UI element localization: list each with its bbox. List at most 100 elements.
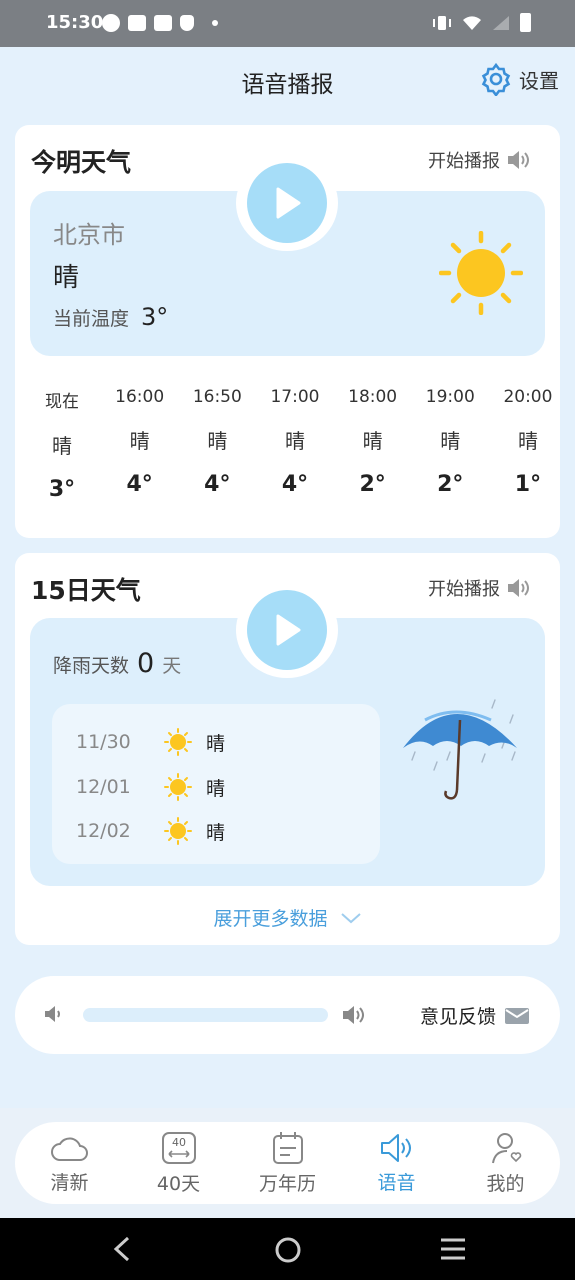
list-item: 12/01 晴 xyxy=(76,773,225,801)
hour-time: 16:50 xyxy=(192,387,242,407)
list-item: 11/30 晴 xyxy=(76,728,225,756)
nav-label: 40天 xyxy=(156,1172,201,1195)
start-broadcast-button[interactable]: 开始播报 xyxy=(428,575,532,601)
hour-temp: 1° xyxy=(514,472,542,497)
play-icon xyxy=(276,614,301,646)
hour-item: 18:00 晴 2° xyxy=(336,387,410,502)
sun-icon xyxy=(164,728,192,756)
header: 语音播报 设置 xyxy=(0,47,575,113)
speaker-icon xyxy=(380,1133,411,1162)
rain-days-label: 降雨天数 xyxy=(53,655,130,677)
hour-temp: 4° xyxy=(281,472,309,497)
calendar-40-icon: 40 xyxy=(161,1131,196,1164)
nav-item-calendar[interactable]: 万年历 xyxy=(238,1131,338,1196)
mail-icon xyxy=(154,15,172,31)
day-date: 11/30 xyxy=(76,731,131,753)
mail-icon xyxy=(128,15,146,31)
daily-list: 11/30 晴 12/01 晴 12/02 晴 xyxy=(52,704,380,864)
bottom-nav-area: 清新 40 40天 万年历 语音 我的 xyxy=(0,1108,575,1218)
hour-item: 现在晴 3° xyxy=(25,387,99,502)
day-condition: 晴 xyxy=(206,732,226,755)
status-bar: 15:30 xyxy=(0,0,575,47)
speaker-icon xyxy=(508,579,529,597)
nav-item-40days[interactable]: 40 40天 xyxy=(129,1131,229,1196)
hour-time: 16:00 xyxy=(115,387,165,407)
hour-temp: 2° xyxy=(359,472,386,497)
hour-temp: 4° xyxy=(204,472,231,497)
shield-icon xyxy=(180,15,194,31)
hour-temp: 4° xyxy=(126,472,153,497)
hour-time: 18:00 xyxy=(348,387,398,407)
home-icon[interactable] xyxy=(274,1236,302,1264)
rain-days-unit: 天 xyxy=(162,655,182,677)
hour-time: 17:00 xyxy=(270,387,320,407)
day-condition: 晴 xyxy=(206,777,226,800)
nav-label: 清新 xyxy=(50,1171,89,1194)
bottom-nav: 清新 40 40天 万年历 语音 我的 xyxy=(15,1122,560,1204)
audio-control-bar: 意见反馈 xyxy=(15,976,560,1054)
day-date: 12/02 xyxy=(76,820,131,842)
hour-item: 20:00 晴 1° xyxy=(491,387,565,502)
menu-icon[interactable] xyxy=(439,1236,467,1262)
hour-item: 17:00 晴 4° xyxy=(258,387,332,502)
fifteen-title: 15日天气 xyxy=(31,576,141,605)
nav-item-mine[interactable]: 我的 xyxy=(456,1131,556,1196)
volume-slider[interactable] xyxy=(83,1008,328,1022)
current-temp-label: 当前温度 xyxy=(53,308,130,330)
hour-condition: 晴 xyxy=(284,429,305,453)
status-time: 15:30 xyxy=(46,12,104,33)
settings-button[interactable]: 设置 xyxy=(479,62,559,96)
hour-condition: 晴 xyxy=(362,429,383,453)
start-broadcast-label: 开始播报 xyxy=(428,151,500,172)
today-title: 今明天气 xyxy=(31,148,132,177)
sun-icon xyxy=(164,773,192,801)
umbrella-icon xyxy=(403,699,517,800)
hour-condition: 晴 xyxy=(129,429,150,453)
hour-item: 19:00 晴 2° xyxy=(413,387,487,502)
day-date: 12/01 xyxy=(76,776,131,798)
play-today-button[interactable] xyxy=(236,155,338,251)
hour-condition: 晴 xyxy=(207,429,228,453)
fifteen-day-card: 15日天气 开始播报 降雨天数 0 天 11/30 晴 12/01 晴 12/0… xyxy=(15,553,560,945)
user-icon xyxy=(491,1132,521,1163)
current-temp-row: 当前温度 3° xyxy=(53,303,168,331)
volume-high-icon[interactable] xyxy=(341,1004,369,1026)
sun-icon xyxy=(439,231,523,315)
hour-condition: 晴 xyxy=(440,429,461,453)
feedback-button[interactable]: 意见反馈 xyxy=(420,1002,530,1029)
hour-condition: 晴 xyxy=(52,434,72,458)
day-condition: 晴 xyxy=(206,821,226,844)
hour-time: 20:00 xyxy=(503,387,553,407)
nav-item-voice[interactable]: 语音 xyxy=(347,1132,447,1195)
battery-icon xyxy=(520,13,531,32)
status-indicators xyxy=(432,13,531,32)
hour-temp: 3° xyxy=(48,477,76,502)
play-fifteen-button[interactable] xyxy=(236,582,338,678)
signal-icon xyxy=(493,15,509,30)
gauge-icon xyxy=(102,14,120,32)
rain-days-value: 0 xyxy=(137,648,155,679)
chevron-down-icon xyxy=(340,912,361,923)
settings-label: 设置 xyxy=(519,68,559,93)
hour-time: 19:00 xyxy=(425,387,475,407)
hourly-forecast: 现在晴 3° 16:00 晴 4° 16:50 晴 4° 17:00 晴 4° 18:00 晴 2… xyxy=(25,387,565,502)
speaker-icon xyxy=(508,151,529,169)
nav-item-qingxin[interactable]: 清新 xyxy=(20,1132,120,1195)
cloud-icon xyxy=(50,1137,88,1161)
expand-more-label: 展开更多数据 xyxy=(213,908,328,930)
rain-days-row: 降雨天数 0 天 xyxy=(53,648,181,679)
expand-more-button[interactable]: 展开更多数据 xyxy=(15,904,560,931)
start-broadcast-button[interactable]: 开始播报 xyxy=(428,147,532,173)
back-icon[interactable] xyxy=(110,1236,134,1262)
city-name: 北京市 xyxy=(53,221,125,249)
play-icon xyxy=(276,187,301,219)
list-item: 12/02 晴 xyxy=(76,817,225,845)
feedback-label: 意见反馈 xyxy=(419,1006,496,1028)
system-nav-bar xyxy=(0,1218,575,1280)
current-temp-value: 3° xyxy=(141,303,169,331)
volume-low-icon[interactable] xyxy=(43,1004,65,1024)
wifi-icon xyxy=(463,15,481,30)
hour-item: 16:00 晴 4° xyxy=(103,387,177,502)
hour-condition: 晴 xyxy=(517,429,538,453)
hour-time: 现在 xyxy=(45,392,79,412)
